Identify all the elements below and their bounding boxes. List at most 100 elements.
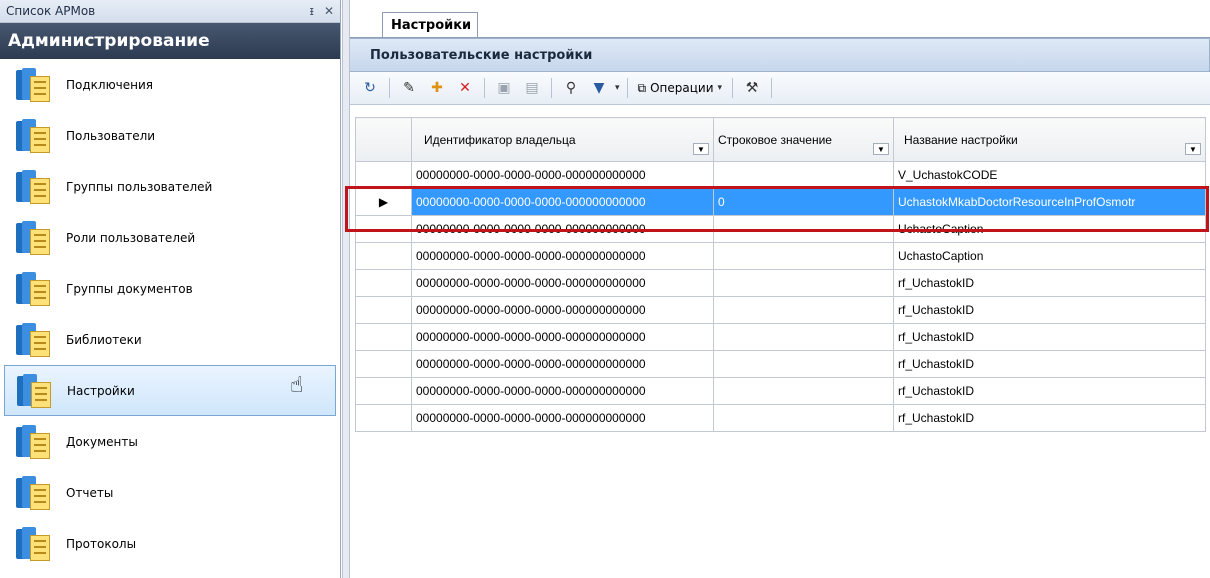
section-title[interactable]: Администрирование [0, 23, 340, 59]
nav-item-connections[interactable]: Подключения [0, 59, 340, 110]
nav-item-user-groups[interactable]: Группы пользователей [0, 161, 340, 212]
nav-item-label: Подключения [66, 77, 154, 92]
cell-value[interactable] [713, 404, 894, 432]
panel-splitter[interactable] [342, 0, 350, 578]
table-row[interactable]: 00000000-0000-0000-0000-000000000000 rf_… [355, 269, 1206, 297]
cell-value[interactable] [713, 269, 894, 297]
nav-item-libraries[interactable]: Библиотеки [0, 314, 340, 365]
row-indicator[interactable] [355, 296, 412, 324]
nav-item-documents[interactable]: Документы [0, 416, 340, 467]
cell-owner[interactable]: 00000000-0000-0000-0000-000000000000 [411, 161, 714, 189]
cell-name[interactable]: UchastoCaption [893, 215, 1206, 243]
cell-value[interactable] [713, 242, 894, 270]
pin-icon[interactable]: ᵻ [309, 4, 313, 18]
book-icon [14, 67, 52, 102]
tools-icon[interactable]: ⚒ [740, 77, 764, 99]
book-icon [14, 220, 52, 255]
row-indicator[interactable] [355, 215, 412, 243]
tab-divider [350, 37, 1210, 38]
cell-name[interactable]: rf_UchastokID [893, 323, 1206, 351]
book-icon [15, 373, 53, 408]
cell-owner[interactable]: 00000000-0000-0000-0000-000000000000 [411, 323, 714, 351]
delete-icon[interactable]: ✕ [453, 77, 477, 99]
cell-value[interactable] [713, 215, 894, 243]
operations-icon: ⧉ [637, 80, 647, 95]
cell-value[interactable] [713, 323, 894, 351]
toolbar-separator [484, 78, 485, 98]
column-header-setting-name[interactable]: Название настройки ▼ [893, 117, 1206, 162]
table-row[interactable]: 00000000-0000-0000-0000-000000000000 rf_… [355, 323, 1206, 351]
arm-list-title: Список АРМов [6, 4, 96, 18]
row-indicator[interactable] [355, 269, 412, 297]
row-indicator[interactable] [355, 350, 412, 378]
cell-owner[interactable]: 00000000-0000-0000-0000-000000000000 [411, 188, 714, 216]
row-indicator-header [355, 117, 412, 162]
table-row[interactable]: 00000000-0000-0000-0000-000000000000 V_U… [355, 161, 1206, 189]
cell-name[interactable]: UchastoCaption [893, 242, 1206, 270]
nav-item-users[interactable]: Пользователи [0, 110, 340, 161]
row-indicator[interactable]: ▶ [355, 188, 412, 216]
current-row-icon: ▶ [378, 195, 389, 209]
cell-name[interactable]: rf_UchastokID [893, 404, 1206, 432]
cell-owner[interactable]: 00000000-0000-0000-0000-000000000000 [411, 269, 714, 297]
nav-item-label: Отчеты [66, 485, 114, 500]
operations-label: Операции [650, 81, 714, 95]
table-row[interactable]: 00000000-0000-0000-0000-000000000000 rf_… [355, 404, 1206, 432]
nav-item-label: Группы документов [66, 281, 193, 296]
cell-owner[interactable]: 00000000-0000-0000-0000-000000000000 [411, 215, 714, 243]
cell-name[interactable]: V_UchastokCODE [893, 161, 1206, 189]
row-indicator[interactable] [355, 242, 412, 270]
table-row[interactable]: 00000000-0000-0000-0000-000000000000 Uch… [355, 242, 1206, 270]
grid-toolbar: ↻ ✎ ✚ ✕ ▣ ▤ ⚲ ▼ ▾ ⧉ Операции ▾ ⚒ [350, 72, 1210, 105]
operations-button[interactable]: ⧉ Операции ▾ [635, 81, 726, 96]
find-icon[interactable]: ⚲ [559, 77, 583, 99]
table-row[interactable]: 00000000-0000-0000-0000-000000000000 rf_… [355, 350, 1206, 378]
book-icon [14, 322, 52, 357]
chevron-down-icon[interactable]: ▼ [873, 143, 889, 155]
table-row[interactable]: 00000000-0000-0000-0000-000000000000 rf_… [355, 296, 1206, 324]
nav-item-settings[interactable]: Настройки ☝ [4, 365, 336, 416]
row-indicator[interactable] [355, 161, 412, 189]
refresh-icon[interactable]: ↻ [358, 77, 382, 99]
cell-name[interactable]: rf_UchastokID [893, 296, 1206, 324]
add-icon[interactable]: ✚ [425, 77, 449, 99]
cell-name[interactable]: rf_UchastokID [893, 350, 1206, 378]
table-row[interactable]: ▶ 00000000-0000-0000-0000-000000000000 0… [355, 188, 1206, 216]
column-header-string-value[interactable]: Строковое значение ▼ [713, 117, 894, 162]
cell-name[interactable]: rf_UchastokID [893, 377, 1206, 405]
cell-name[interactable]: UchastokMkabDoctorResourceInProfOsmotr [893, 188, 1206, 216]
cell-name[interactable]: rf_UchastokID [893, 269, 1206, 297]
cell-value[interactable]: 0 [713, 188, 894, 216]
chevron-down-icon[interactable]: ▼ [1185, 143, 1201, 155]
cell-value[interactable] [713, 161, 894, 189]
cell-value[interactable] [713, 350, 894, 378]
filter-icon[interactable]: ▼ [587, 77, 611, 99]
cell-value[interactable] [713, 377, 894, 405]
cell-owner[interactable]: 00000000-0000-0000-0000-000000000000 [411, 404, 714, 432]
nav-item-document-groups[interactable]: Группы документов [0, 263, 340, 314]
cell-owner[interactable]: 00000000-0000-0000-0000-000000000000 [411, 377, 714, 405]
nav-item-label: Пользователи [66, 128, 156, 143]
row-indicator[interactable] [355, 323, 412, 351]
book-icon [14, 424, 52, 459]
edit-icon[interactable]: ✎ [397, 77, 421, 99]
save-all-icon[interactable]: ▤ [520, 77, 544, 99]
cell-value[interactable] [713, 296, 894, 324]
filter-dropdown-icon[interactable]: ▾ [615, 83, 620, 93]
row-indicator[interactable] [355, 377, 412, 405]
cell-owner[interactable]: 00000000-0000-0000-0000-000000000000 [411, 296, 714, 324]
nav-item-user-roles[interactable]: Роли пользователей [0, 212, 340, 263]
row-indicator[interactable] [355, 404, 412, 432]
cell-owner[interactable]: 00000000-0000-0000-0000-000000000000 [411, 350, 714, 378]
close-icon[interactable]: ✕ [324, 4, 334, 18]
save-icon[interactable]: ▣ [492, 77, 516, 99]
column-header-owner[interactable]: Идентификатор владельца ▼ [411, 117, 714, 162]
nav-item-reports[interactable]: Отчеты [0, 467, 340, 518]
table-row[interactable]: 00000000-0000-0000-0000-000000000000 rf_… [355, 377, 1206, 405]
tab-settings[interactable]: Настройки [382, 12, 478, 38]
nav-item-protocols[interactable]: Протоколы [0, 518, 340, 569]
cell-owner[interactable]: 00000000-0000-0000-0000-000000000000 [411, 242, 714, 270]
table-row[interactable]: 00000000-0000-0000-0000-000000000000 Uch… [355, 215, 1206, 243]
chevron-down-icon[interactable]: ▼ [693, 143, 709, 155]
nav-list: Подключения Пользователи Группы пользова… [0, 59, 340, 569]
